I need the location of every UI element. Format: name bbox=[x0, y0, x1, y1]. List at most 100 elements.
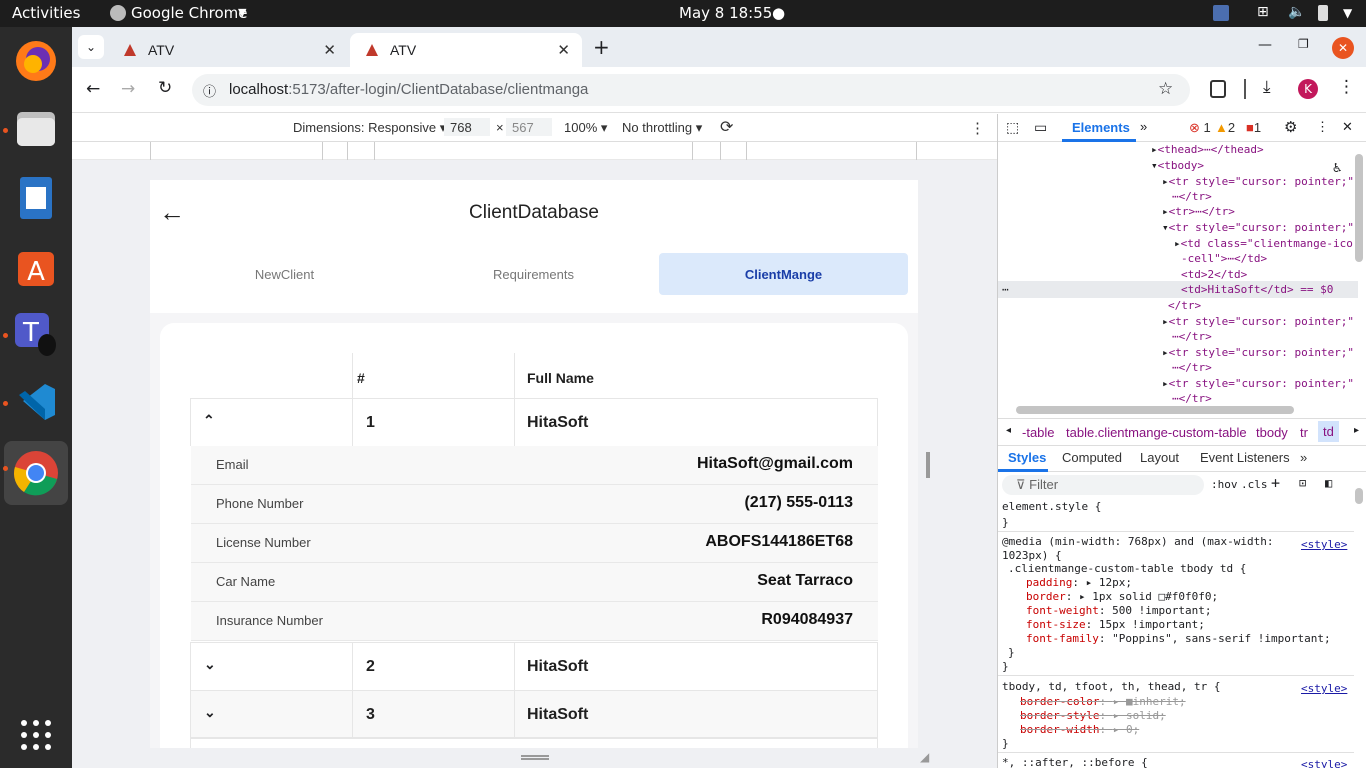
table-row[interactable] bbox=[190, 738, 878, 748]
system-menu-chevron-icon[interactable]: ▼ bbox=[1343, 6, 1352, 20]
network-icon[interactable]: ⊞ bbox=[1257, 4, 1269, 20]
expand-chevron-icon[interactable]: ⌄ bbox=[204, 704, 216, 721]
dom-line[interactable]: ⋯</tr> bbox=[1172, 392, 1212, 405]
chrome-icon[interactable] bbox=[4, 441, 68, 505]
chrome-menu-icon[interactable]: ⋮ bbox=[1338, 77, 1355, 97]
crumb[interactable]: table.clientmange-custom-table bbox=[1066, 425, 1247, 440]
element-style-rule[interactable]: element.style { bbox=[1002, 500, 1101, 513]
table-row[interactable]: ⌄ 3 HitaSoft bbox=[190, 690, 878, 738]
dom-line-selected[interactable]: <td>HitaSoft</td> == $0 bbox=[1181, 283, 1333, 296]
dom-line[interactable]: ▸<tr style="cursor: pointer;" bbox=[1162, 346, 1354, 359]
crumb[interactable]: tbody bbox=[1256, 425, 1288, 440]
dom-line[interactable]: ▸<tr style="cursor: pointer;" bbox=[1162, 377, 1354, 390]
style-source-link[interactable]: <style> bbox=[1301, 758, 1347, 768]
style-decl[interactable]: font-family: "Poppins", sans-serif !impo… bbox=[1026, 632, 1331, 645]
warnings-badge[interactable]: ▲2 bbox=[1215, 120, 1235, 135]
styles-scrollbar[interactable] bbox=[1355, 488, 1363, 504]
crumb-left-icon[interactable]: ◂ bbox=[1006, 425, 1011, 436]
dom-line[interactable]: </tr> bbox=[1168, 299, 1201, 312]
table-row[interactable]: ⌄ 2 HitaSoft bbox=[190, 642, 878, 690]
resize-handle-bottom[interactable] bbox=[521, 755, 549, 760]
site-info-icon[interactable]: ⓘ bbox=[203, 81, 216, 100]
errors-badge[interactable]: ⊗ 1 bbox=[1189, 120, 1211, 136]
window-close-icon[interactable]: ✕ bbox=[1332, 37, 1354, 59]
tab-clientmange[interactable]: ClientMange bbox=[659, 253, 908, 295]
maximize-icon[interactable]: ❐ bbox=[1298, 37, 1309, 51]
tab-computed[interactable]: Computed bbox=[1062, 450, 1122, 465]
dom-line[interactable]: ▾<tr style="cursor: pointer;" bbox=[1162, 221, 1354, 234]
inspect-element-icon[interactable]: ⬚ bbox=[1006, 119, 1019, 136]
dom-line[interactable]: ▸<thead>⋯</thead> bbox=[1151, 143, 1264, 156]
paint-icon[interactable]: ⊡ bbox=[1299, 476, 1306, 490]
new-rule-plus-icon[interactable]: + bbox=[1271, 474, 1280, 492]
battery-icon[interactable] bbox=[1318, 5, 1328, 21]
tab-event-listeners[interactable]: Event Listeners bbox=[1200, 450, 1290, 465]
hov-toggle[interactable]: :hov bbox=[1211, 478, 1238, 491]
cls-toggle[interactable]: .cls bbox=[1241, 478, 1268, 491]
rule-selector[interactable]: *, ::after, ::before { bbox=[1002, 756, 1148, 768]
style-decl[interactable]: border: ▸ 1px solid □#f0f0f0; bbox=[1026, 590, 1218, 603]
table-row[interactable]: ⌃ 1 HitaSoft bbox=[190, 398, 878, 446]
app-center-icon[interactable]: A bbox=[10, 240, 62, 292]
app-menu[interactable]: Google Chrome bbox=[131, 4, 248, 22]
address-bar[interactable]: ⓘ localhost:5173/after-login/ClientDatab… bbox=[192, 74, 1190, 106]
firefox-icon[interactable] bbox=[10, 35, 62, 87]
issues-badge[interactable]: ■1 bbox=[1246, 120, 1261, 135]
libreoffice-writer-icon[interactable] bbox=[10, 172, 62, 224]
dom-line[interactable]: ▾<tbody> bbox=[1151, 159, 1204, 172]
tab-search-chevron-icon[interactable]: ⌄ bbox=[78, 35, 104, 59]
dom-line[interactable]: -cell">⋯</td> bbox=[1181, 252, 1267, 265]
dom-line[interactable]: ⋯</tr> bbox=[1172, 361, 1212, 374]
device-toggle-icon[interactable]: ▭ bbox=[1034, 119, 1047, 136]
vscode-icon[interactable] bbox=[10, 376, 62, 428]
style-decl[interactable]: font-weight: 500 !important; bbox=[1026, 604, 1211, 617]
style-decl-overridden[interactable]: border-color: ▸ ■inherit; bbox=[1020, 695, 1186, 708]
input-method-icon[interactable] bbox=[1213, 5, 1229, 21]
more-options-icon[interactable]: ⋮ bbox=[970, 119, 985, 137]
close-devtools-icon[interactable]: ✕ bbox=[1342, 119, 1353, 135]
minimize-icon[interactable]: — bbox=[1258, 37, 1272, 53]
tab-atv-1[interactable]: ATV ✕ bbox=[108, 33, 348, 67]
activities-button[interactable]: Activities bbox=[12, 4, 80, 22]
dom-vertical-scrollbar[interactable] bbox=[1355, 154, 1363, 262]
crumb-selected[interactable]: td bbox=[1318, 421, 1339, 442]
rotate-icon[interactable]: ⟳ bbox=[720, 117, 733, 137]
dom-line[interactable]: ▸<tr>⋯</tr> bbox=[1162, 205, 1235, 218]
width-input[interactable]: 768 bbox=[444, 118, 490, 136]
rule-selector[interactable]: tbody, td, tfoot, th, thead, tr { bbox=[1002, 680, 1221, 693]
tab-atv-2-active[interactable]: ATV ✕ bbox=[350, 33, 582, 67]
throttle-select[interactable]: No throttling ▾ bbox=[622, 120, 702, 136]
profile-avatar[interactable]: K bbox=[1298, 79, 1318, 99]
reload-icon[interactable]: ↻ bbox=[158, 78, 172, 98]
style-decl[interactable]: font-size: 15px !important; bbox=[1026, 618, 1205, 631]
dom-horizontal-scrollbar[interactable] bbox=[1016, 406, 1294, 414]
style-source-link[interactable]: <style> bbox=[1301, 682, 1347, 695]
dom-line[interactable]: ⋯</tr> bbox=[1172, 330, 1212, 343]
style-decl-overridden[interactable]: border-width: ▸ 0; bbox=[1020, 723, 1139, 736]
zoom-select[interactable]: 100% ▾ bbox=[564, 120, 607, 136]
resize-corner-icon[interactable]: ◢ bbox=[920, 750, 929, 764]
tab-layout[interactable]: Layout bbox=[1140, 450, 1179, 465]
resize-handle-right[interactable] bbox=[926, 452, 930, 478]
tab-newclient[interactable]: NewClient bbox=[160, 253, 409, 295]
crumb[interactable]: tr bbox=[1300, 425, 1308, 440]
tab-styles[interactable]: Styles bbox=[1008, 450, 1046, 465]
teams-for-linux-icon[interactable]: T bbox=[10, 308, 62, 360]
height-input[interactable]: 567 bbox=[506, 118, 552, 136]
download-icon[interactable]: ⤓ bbox=[1263, 77, 1271, 97]
dom-line-menu-icon[interactable]: ⋯ bbox=[1002, 283, 1009, 296]
settings-gear-icon[interactable]: ⚙ bbox=[1284, 118, 1297, 136]
dom-line[interactable]: ⋯</tr> bbox=[1172, 190, 1212, 203]
style-decl[interactable]: padding: ▸ 12px; bbox=[1026, 576, 1132, 589]
accessibility-icon[interactable]: ♿ bbox=[1333, 160, 1341, 176]
dom-line[interactable]: <td>2</td> bbox=[1181, 268, 1247, 281]
devtools-menu-icon[interactable]: ⋮ bbox=[1316, 119, 1329, 135]
styles-filter-input[interactable]: ⊽ Filter bbox=[1002, 475, 1204, 495]
rule-selector[interactable]: .clientmange-custom-table tbody td { bbox=[1008, 562, 1246, 575]
back-icon[interactable]: ← bbox=[86, 79, 100, 99]
show-apps-icon[interactable] bbox=[10, 709, 62, 761]
tab-requirements[interactable]: Requirements bbox=[409, 253, 658, 295]
tab-elements[interactable]: Elements bbox=[1072, 120, 1130, 135]
forward-icon[interactable]: → bbox=[121, 79, 135, 99]
style-source-link[interactable]: <style> bbox=[1301, 538, 1347, 551]
